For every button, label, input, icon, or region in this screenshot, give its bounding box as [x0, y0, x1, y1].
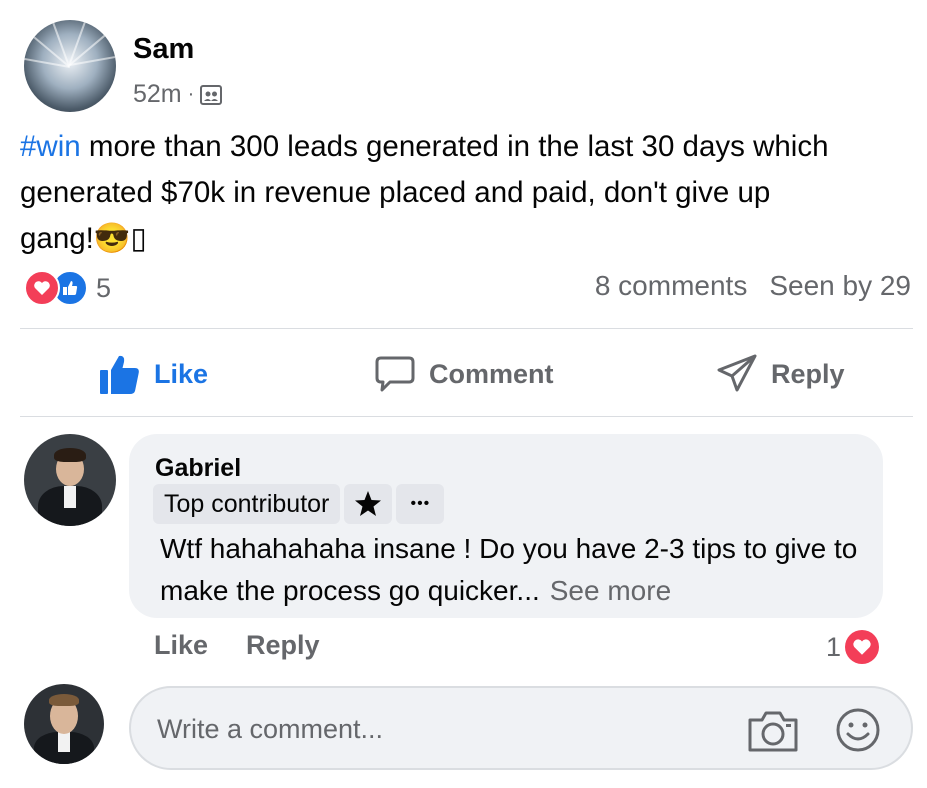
- commenter-avatar[interactable]: [24, 434, 116, 526]
- post-time[interactable]: 52m: [133, 80, 182, 109]
- love-reaction-icon: [845, 630, 880, 664]
- divider: [20, 328, 913, 329]
- post-text-line-1: more than 300 leads generated in the las…: [80, 130, 829, 163]
- comment-body: Wtf hahahahaha insane ! Do you have 2-3 …: [160, 533, 858, 606]
- meta-separator: ·: [187, 83, 195, 105]
- hashtag-link[interactable]: #win: [20, 130, 81, 163]
- comment-reply-button[interactable]: Reply: [246, 630, 320, 661]
- comment-button[interactable]: Comment: [373, 350, 554, 398]
- reply-button-label: Reply: [771, 358, 845, 389]
- emoji-icon[interactable]: [834, 706, 882, 754]
- reaction-count: 5: [96, 272, 112, 303]
- comment-reactions[interactable]: 1: [826, 630, 880, 664]
- comment-button-label: Comment: [429, 358, 554, 389]
- love-reaction-icon: [24, 270, 60, 306]
- camera-icon[interactable]: [746, 708, 800, 754]
- see-more-link[interactable]: See more: [550, 575, 671, 606]
- thumbs-up-icon: [100, 355, 139, 394]
- group-audience-icon: [200, 84, 223, 105]
- star-badge[interactable]: [344, 484, 393, 524]
- like-button-label: Like: [154, 358, 209, 389]
- current-user-avatar[interactable]: [24, 684, 104, 764]
- like-button[interactable]: Like: [98, 350, 208, 398]
- reply-button[interactable]: Reply: [715, 350, 845, 398]
- comment-composer: [129, 686, 913, 770]
- comment-bubble: Gabriel Top contributor ••• Wtf hahahaha…: [129, 434, 883, 618]
- more-options-button[interactable]: •••: [396, 484, 445, 524]
- comment-reaction-count: 1: [826, 631, 842, 662]
- post-meta: 52m ·: [133, 80, 223, 109]
- comments-count-link[interactable]: 8 comments: [595, 270, 748, 302]
- comment-like-button[interactable]: Like: [154, 630, 208, 661]
- seen-by-link[interactable]: Seen by 29: [769, 270, 911, 302]
- comment-input[interactable]: [155, 706, 719, 752]
- commenter-badges: Top contributor •••: [153, 484, 445, 524]
- post-reactions[interactable]: 5: [24, 270, 111, 306]
- post-text-line-3: gang!😎▯: [20, 222, 147, 255]
- post-author-name[interactable]: Sam: [133, 33, 194, 66]
- send-icon: [717, 354, 757, 392]
- comment-actions: Like Reply: [154, 630, 320, 661]
- post-stats: 8 comments Seen by 29: [595, 270, 911, 302]
- post-text: #win more than 300 leads generated in th…: [20, 124, 920, 262]
- post-card: Sam 52m · #win more than 300 leads gener…: [0, 0, 927, 788]
- comment-text: Wtf hahahahaha insane ! Do you have 2-3 …: [160, 528, 860, 612]
- divider: [20, 416, 913, 417]
- commenter-name[interactable]: Gabriel: [155, 454, 241, 483]
- comment-icon: [375, 356, 415, 392]
- post-author-avatar[interactable]: [24, 20, 116, 112]
- post-text-line-2: generated $70k in revenue placed and pai…: [20, 176, 771, 209]
- top-contributor-badge[interactable]: Top contributor: [153, 484, 341, 524]
- star-icon: [355, 491, 382, 516]
- more-icon: •••: [410, 495, 431, 512]
